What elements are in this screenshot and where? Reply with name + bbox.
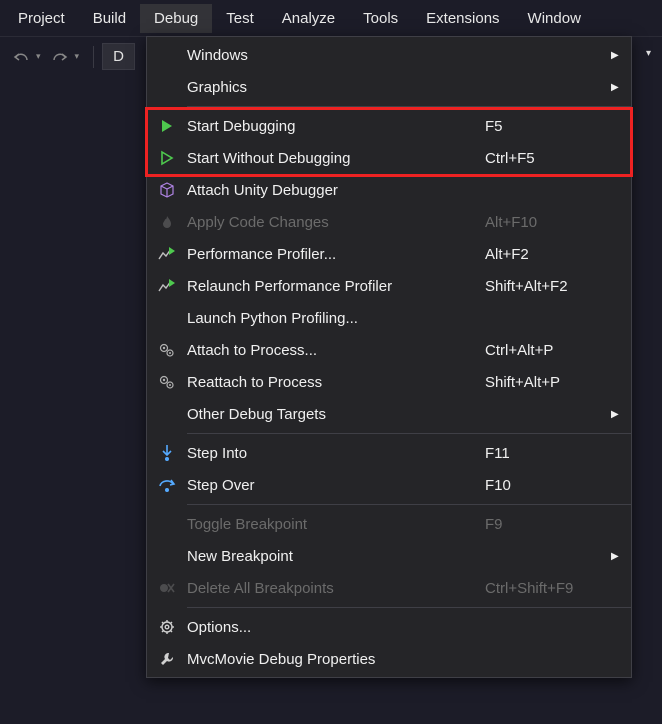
config-dropdown-fragment[interactable]: D (102, 43, 135, 70)
menu-item-step-into[interactable]: Step IntoF11 (147, 437, 631, 469)
gear-outline-icon (147, 619, 187, 635)
menu-item-label: Options... (187, 619, 485, 636)
menu-tools[interactable]: Tools (349, 4, 412, 33)
debug-dropdown-menu: Windows▶Graphics▶Start DebuggingF5Start … (146, 36, 632, 678)
step-into-icon (147, 444, 187, 462)
menu-item-label: Step Into (187, 445, 485, 462)
menu-item-label: Toggle Breakpoint (187, 516, 485, 533)
menu-item-shortcut: F5 (485, 118, 611, 135)
menu-test[interactable]: Test (212, 4, 268, 33)
menu-separator (187, 607, 631, 608)
menu-separator (187, 433, 631, 434)
submenu-arrow-icon: ▶ (611, 409, 631, 420)
menu-project[interactable]: Project (4, 4, 79, 33)
menu-extensions[interactable]: Extensions (412, 4, 513, 33)
submenu-arrow-icon: ▶ (611, 82, 631, 93)
gear-gray-icon (147, 374, 187, 390)
gear-gray-icon (147, 342, 187, 358)
wrench-icon (147, 651, 187, 667)
menu-item-shortcut: F10 (485, 477, 611, 494)
menu-separator (187, 106, 631, 107)
menu-item-shortcut: Shift+Alt+P (485, 374, 611, 391)
menu-item-label: Performance Profiler... (187, 246, 485, 263)
menu-item-shortcut: Shift+Alt+F2 (485, 278, 611, 295)
cube-purple-icon (147, 182, 187, 198)
menu-item-label: Graphics (187, 79, 485, 96)
menu-item-shortcut: Ctrl+Shift+F9 (485, 580, 611, 597)
menu-item-reattach-to-process[interactable]: Reattach to ProcessShift+Alt+P (147, 366, 631, 398)
menu-item-options[interactable]: Options... (147, 611, 631, 643)
menu-item-shortcut: Alt+F10 (485, 214, 611, 231)
menubar: ProjectBuildDebugTestAnalyzeToolsExtensi… (0, 0, 662, 36)
toolbar-separator (93, 46, 94, 68)
perf-profiler-icon (147, 278, 187, 294)
delete-bp-icon (147, 580, 187, 596)
menu-item-performance-profiler[interactable]: Performance Profiler...Alt+F2 (147, 238, 631, 270)
menu-item-label: New Breakpoint (187, 548, 485, 565)
perf-profiler-icon (147, 246, 187, 262)
menu-item-attach-to-process[interactable]: Attach to Process...Ctrl+Alt+P (147, 334, 631, 366)
menu-item-graphics[interactable]: Graphics ▶ (147, 71, 631, 103)
undo-caret[interactable]: ▾ (36, 51, 41, 62)
step-over-icon (147, 477, 187, 493)
menu-item-shortcut: F11 (485, 445, 611, 462)
menu-item-new-breakpoint[interactable]: New Breakpoint ▶ (147, 540, 631, 572)
menu-item-label: Windows (187, 47, 485, 64)
menu-item-launch-python-profiling[interactable]: Launch Python Profiling... (147, 302, 631, 334)
menu-item-windows[interactable]: Windows ▶ (147, 39, 631, 71)
menu-item-label: Relaunch Performance Profiler (187, 278, 485, 295)
redo-button[interactable] (47, 44, 73, 70)
menu-item-label: Reattach to Process (187, 374, 485, 391)
menu-window[interactable]: Window (514, 4, 595, 33)
flame-gray-icon (147, 214, 187, 230)
menu-item-shortcut: Ctrl+F5 (485, 150, 611, 167)
overflow-caret[interactable]: ▾ (646, 48, 651, 59)
menu-item-label: Start Debugging (187, 118, 485, 135)
menu-item-other-debug-targets[interactable]: Other Debug Targets ▶ (147, 398, 631, 430)
menu-item-label: Step Over (187, 477, 485, 494)
menu-analyze[interactable]: Analyze (268, 4, 349, 33)
menu-item-shortcut: Ctrl+Alt+P (485, 342, 611, 359)
menu-item-label: Delete All Breakpoints (187, 580, 485, 597)
menu-item-label: Launch Python Profiling... (187, 310, 485, 327)
menu-item-label: MvcMovie Debug Properties (187, 651, 485, 668)
play-green-fill-icon (147, 118, 187, 134)
menu-item-start-debugging[interactable]: Start DebuggingF5 (147, 110, 631, 142)
menu-separator (187, 504, 631, 505)
menu-item-start-without-debugging[interactable]: Start Without DebuggingCtrl+F5 (147, 142, 631, 174)
submenu-arrow-icon: ▶ (611, 551, 631, 562)
menu-item-label: Apply Code Changes (187, 214, 485, 231)
menu-item-shortcut: F9 (485, 516, 611, 533)
menu-item-shortcut: Alt+F2 (485, 246, 611, 263)
menu-item-toggle-breakpoint: Toggle BreakpointF9 (147, 508, 631, 540)
menu-item-label: Start Without Debugging (187, 150, 485, 167)
menu-item-label: Attach to Process... (187, 342, 485, 359)
menu-item-attach-unity-debugger[interactable]: Attach Unity Debugger (147, 174, 631, 206)
submenu-arrow-icon: ▶ (611, 50, 631, 61)
menu-item-relaunch-performance-profiler[interactable]: Relaunch Performance ProfilerShift+Alt+F… (147, 270, 631, 302)
undo-button[interactable] (8, 44, 34, 70)
menu-item-label: Attach Unity Debugger (187, 182, 485, 199)
play-green-outline-icon (147, 150, 187, 166)
menu-item-step-over[interactable]: Step OverF10 (147, 469, 631, 501)
menu-build[interactable]: Build (79, 4, 140, 33)
menu-item-apply-code-changes: Apply Code ChangesAlt+F10 (147, 206, 631, 238)
menu-item-label: Other Debug Targets (187, 406, 485, 423)
menu-debug[interactable]: Debug (140, 4, 212, 33)
redo-caret[interactable]: ▾ (75, 51, 80, 62)
menu-item-mvcmovie-debug-properties[interactable]: MvcMovie Debug Properties (147, 643, 631, 675)
menu-item-delete-all-breakpoints: Delete All BreakpointsCtrl+Shift+F9 (147, 572, 631, 604)
